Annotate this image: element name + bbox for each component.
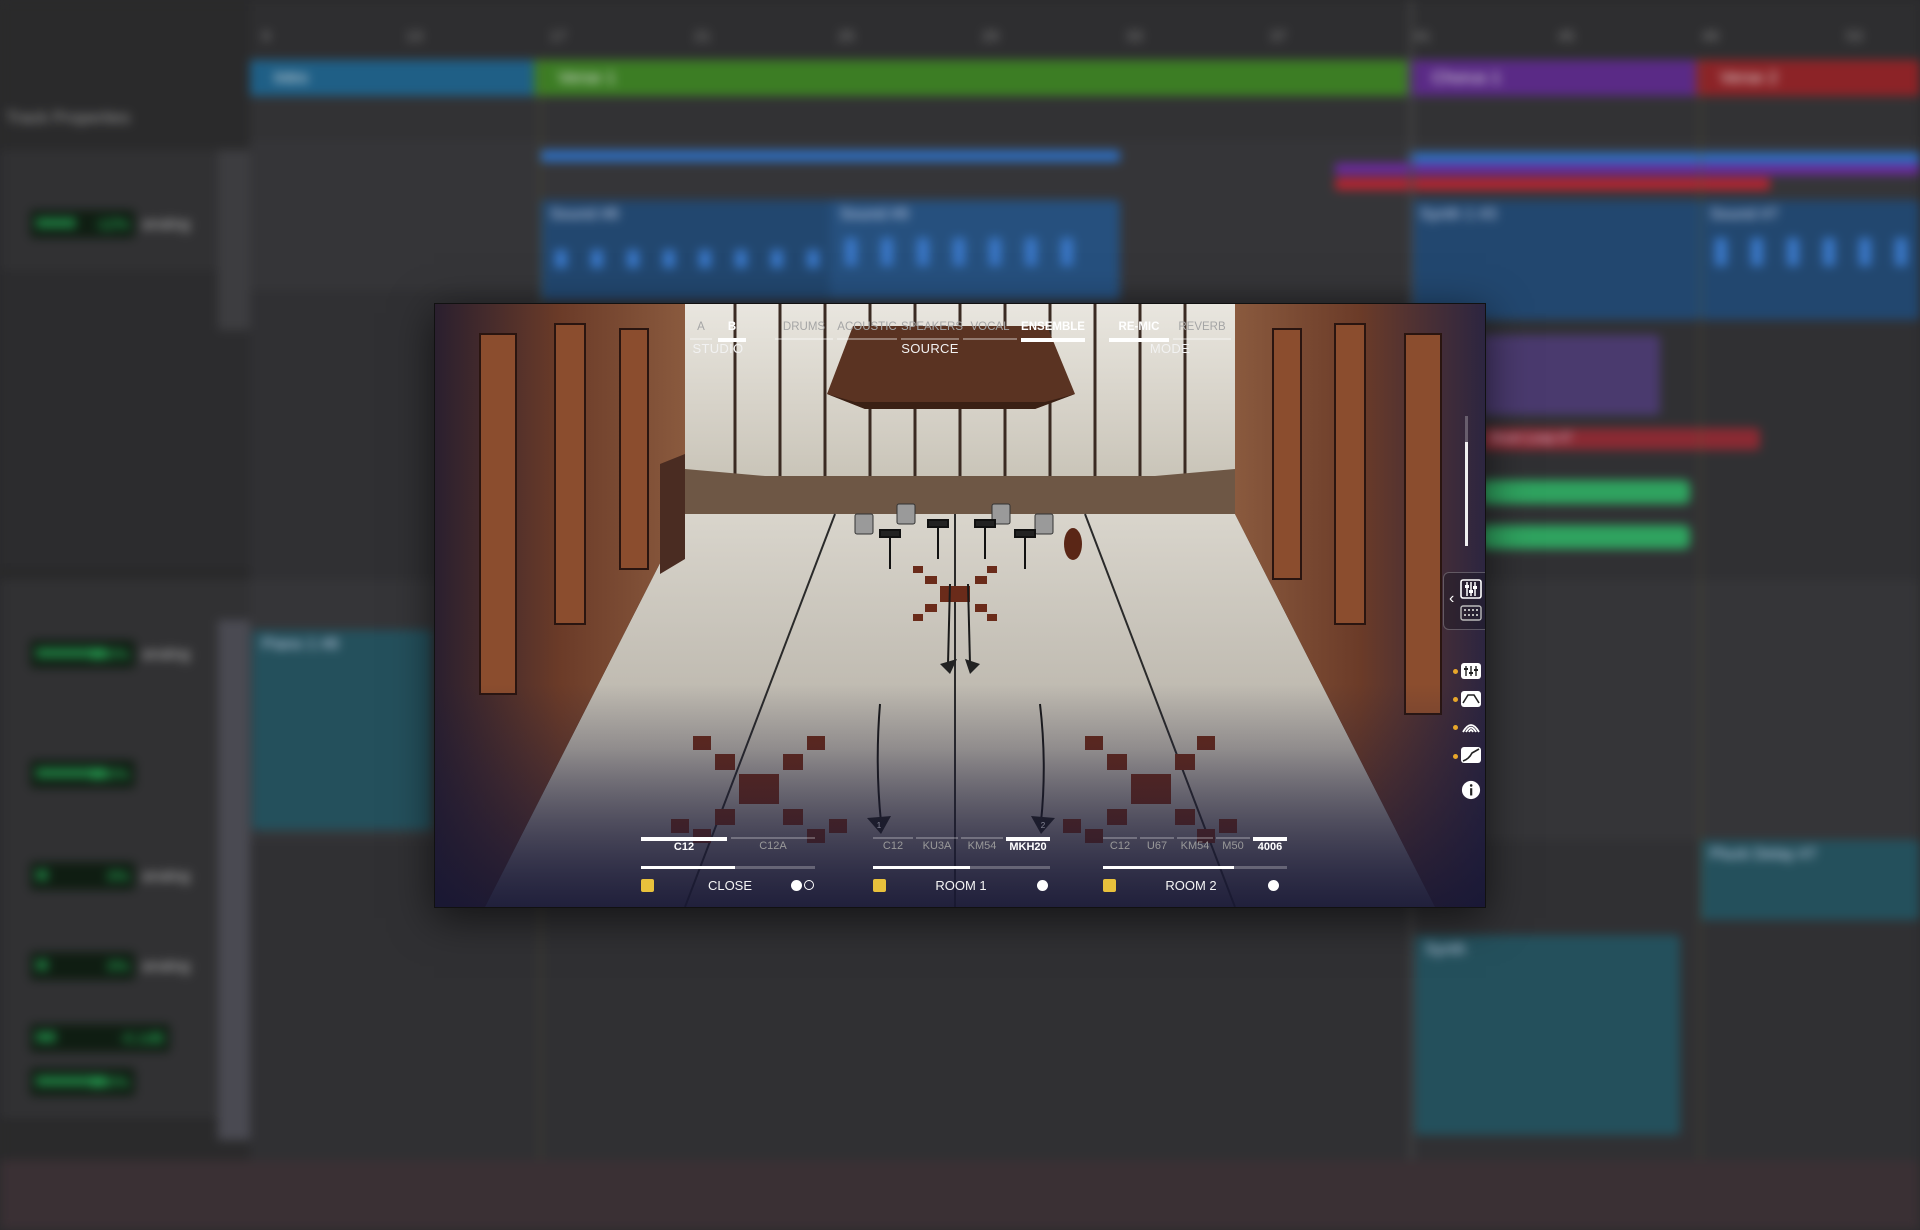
room2-mic-km54[interactable]: KM54 bbox=[1177, 837, 1213, 855]
source-tab-ensemble[interactable]: ENSEMBLE bbox=[1021, 318, 1085, 342]
compressor-active-dot bbox=[1453, 754, 1458, 759]
strip-label: analog bbox=[142, 868, 191, 885]
source-tab-acoustic[interactable]: ACOUSTIC bbox=[837, 318, 897, 340]
track-strip: -0.1dB 100% bbox=[0, 1010, 250, 1122]
studio-tab-b[interactable]: B bbox=[718, 318, 746, 342]
room-simulation-plugin-window: 1 2 A B STUDIO DRUMS ACOUSTIC SPEAKERS V… bbox=[434, 303, 1486, 908]
output-level-fader[interactable] bbox=[1465, 416, 1468, 546]
panel-header: Track Properties bbox=[6, 108, 131, 127]
track-inspector-panel: Track Properties -12% analog 100% analog… bbox=[0, 0, 250, 1230]
automation-lane bbox=[1408, 152, 1920, 164]
automation-lane bbox=[540, 150, 1120, 162]
strip-label: analog bbox=[142, 958, 191, 975]
close-stereo-dot-right[interactable] bbox=[804, 880, 814, 890]
mixer-icon[interactable] bbox=[1460, 579, 1482, 599]
view-toggle-group: ‹ bbox=[1443, 572, 1485, 630]
room2-solo-button[interactable] bbox=[1103, 879, 1116, 892]
region-drum-loop-7[interactable]: Drum Loop #7 bbox=[1480, 428, 1760, 450]
room2-mic-m50[interactable]: M50 bbox=[1216, 837, 1250, 855]
close-mic-c12[interactable]: C12 bbox=[641, 837, 727, 857]
region-sound-9[interactable]: Sound #9 bbox=[830, 200, 1120, 300]
level-meter: -0.1dB bbox=[30, 1024, 170, 1052]
room1-level-slider[interactable] bbox=[873, 866, 1050, 869]
room1-mic-c12[interactable]: C12 bbox=[873, 837, 913, 855]
level-meter: 100% bbox=[30, 640, 135, 668]
room2-level-slider[interactable] bbox=[1103, 866, 1287, 869]
level-meter: 100% bbox=[30, 1068, 135, 1096]
room2-mic-c12[interactable]: C12 bbox=[1103, 837, 1137, 855]
chevron-left-icon[interactable]: ‹ bbox=[1449, 591, 1454, 607]
filter-active-dot bbox=[1453, 697, 1458, 702]
close-level-slider[interactable] bbox=[641, 866, 815, 869]
source-tab-speakers[interactable]: SPEAKERS bbox=[901, 318, 963, 340]
strip-label: analog bbox=[142, 646, 191, 663]
region-pluck-delay-7[interactable]: Pluck Delay #7 bbox=[1700, 840, 1920, 920]
close-channel-label: CLOSE bbox=[707, 878, 753, 893]
close-mic-c12a[interactable]: C12A bbox=[731, 837, 815, 855]
studio-label: STUDIO bbox=[692, 341, 744, 356]
channel-strip-icon[interactable] bbox=[1460, 603, 1482, 623]
room1-channel-label: ROOM 1 bbox=[935, 878, 987, 893]
track-color-strip bbox=[218, 620, 250, 1140]
eq-active-dot bbox=[1453, 669, 1458, 674]
region-purple[interactable] bbox=[1480, 335, 1660, 415]
region-sound-7[interactable]: Sound #7 bbox=[1700, 200, 1920, 320]
marker-verse-1[interactable]: Verse 1 bbox=[534, 60, 1408, 96]
room1-mono-dot[interactable] bbox=[1037, 880, 1048, 891]
track-strip-empty bbox=[0, 270, 250, 572]
region-synth[interactable]: Synth bbox=[1415, 935, 1680, 1135]
region-piano-1-8[interactable]: Piano 1 #8 bbox=[252, 630, 432, 830]
room2-channel-label: ROOM 2 bbox=[1165, 878, 1217, 893]
studio-tab-a[interactable]: A bbox=[690, 318, 712, 340]
info-icon[interactable] bbox=[1460, 780, 1482, 800]
room2-mono-dot[interactable] bbox=[1268, 880, 1279, 891]
region-synth-1-3[interactable]: Synth 1 #3 bbox=[1410, 200, 1700, 320]
reverb-active-dot bbox=[1453, 725, 1458, 730]
track-strip: 0% analog bbox=[0, 830, 250, 922]
marker-verse-2[interactable]: Verse 2 bbox=[1696, 60, 1920, 96]
level-meter: 0% bbox=[30, 952, 135, 980]
compressor-icon[interactable] bbox=[1460, 745, 1482, 765]
mode-tab-remic[interactable]: RE-MIC bbox=[1109, 318, 1169, 342]
room1-solo-button[interactable] bbox=[873, 879, 886, 892]
close-solo-button[interactable] bbox=[641, 879, 654, 892]
level-meter: -12% bbox=[30, 210, 135, 238]
reverb-icon[interactable] bbox=[1460, 716, 1482, 736]
region-green[interactable] bbox=[1480, 525, 1690, 549]
marker-chorus-1[interactable]: Chorus 1 bbox=[1408, 60, 1696, 96]
strip-label: analog bbox=[142, 216, 191, 233]
eq-icon[interactable] bbox=[1460, 661, 1482, 681]
marker-line bbox=[1700, 58, 1701, 1230]
room1-mic-mkh20[interactable]: MKH20 bbox=[1006, 837, 1050, 857]
mode-label: MODE bbox=[1149, 341, 1191, 356]
room1-mic-ku3a[interactable]: KU3A bbox=[916, 837, 958, 855]
timeline-ruler[interactable]: 9 13 17 21 25 29 33 37 41 45 49 53 bbox=[250, 0, 1920, 58]
level-meter: 0% bbox=[30, 862, 135, 890]
track-strip: 0% analog bbox=[0, 920, 250, 1012]
level-meter: 100% bbox=[30, 760, 135, 788]
marker-intro[interactable]: Intro bbox=[250, 60, 534, 96]
source-tab-vocal[interactable]: VOCAL bbox=[963, 318, 1017, 340]
automation-lane bbox=[1335, 178, 1770, 190]
source-tab-drums[interactable]: DRUMS bbox=[775, 318, 833, 340]
source-label: SOURCE bbox=[901, 341, 959, 356]
room1-mic-km54[interactable]: KM54 bbox=[961, 837, 1003, 855]
studio-room-view: 1 2 bbox=[435, 304, 1485, 907]
filter-icon[interactable] bbox=[1460, 689, 1482, 709]
track-strip: 100% analog bbox=[0, 580, 250, 702]
room2-mic-u67[interactable]: U67 bbox=[1140, 837, 1174, 855]
track-color-strip bbox=[218, 150, 250, 330]
mode-tab-reverb[interactable]: REVERB bbox=[1173, 318, 1231, 340]
bottom-track-row bbox=[0, 1160, 1920, 1230]
plugin-sidebar: ‹ bbox=[1443, 304, 1485, 907]
region-green[interactable] bbox=[1480, 480, 1690, 504]
automation-lane bbox=[1335, 163, 1920, 175]
close-stereo-dot-left[interactable] bbox=[791, 880, 802, 891]
room2-mic-4006[interactable]: 4006 bbox=[1253, 837, 1287, 857]
track-strip: 100% bbox=[0, 700, 250, 832]
track-strip: -12% analog bbox=[0, 150, 250, 272]
